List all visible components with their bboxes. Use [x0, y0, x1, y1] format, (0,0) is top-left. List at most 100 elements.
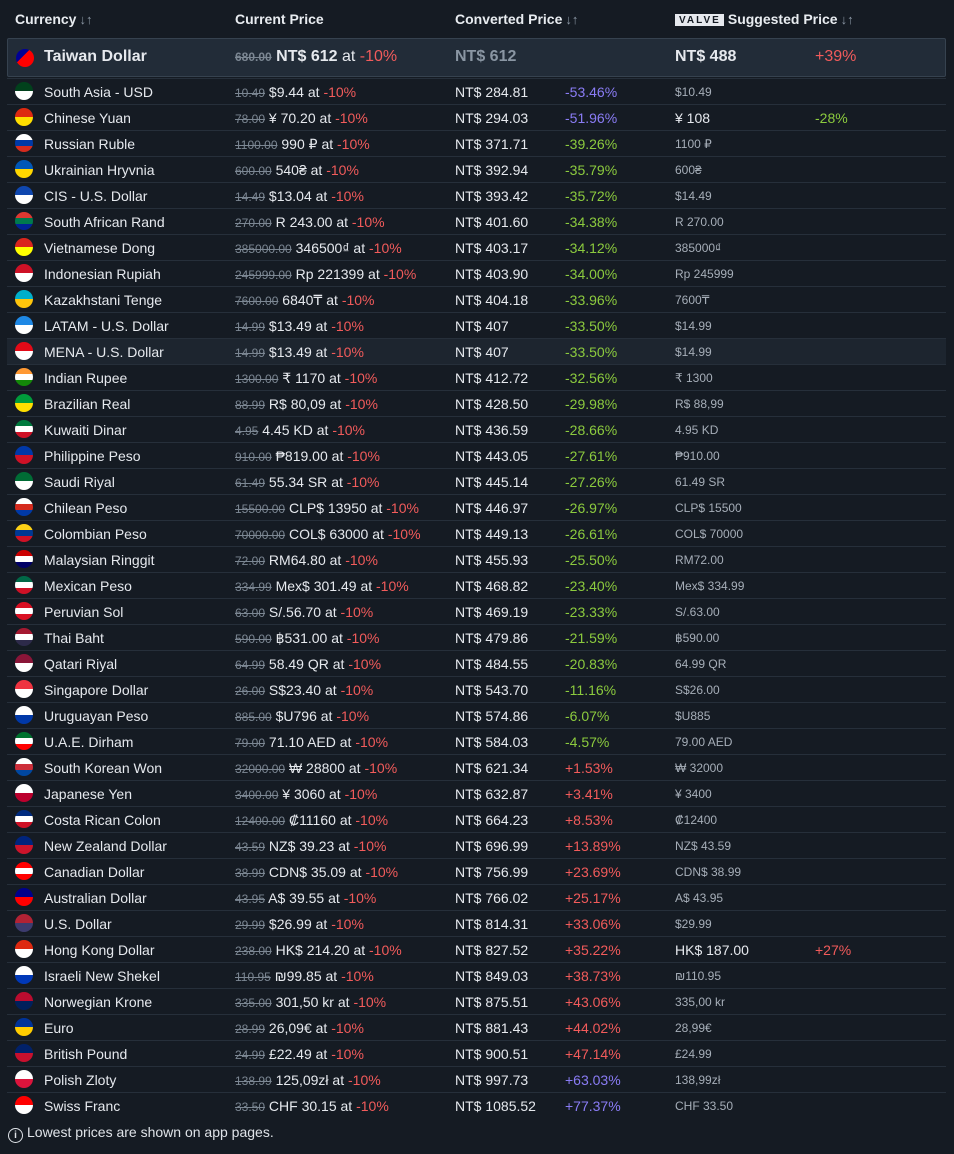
suggested-price: CLP$ 15500 — [675, 501, 742, 515]
discounted-price: £22.49 — [268, 1046, 312, 1062]
at-label: at — [307, 84, 320, 100]
discount-percent: -10% — [331, 188, 364, 204]
at-label: at — [338, 838, 350, 854]
current-price: 32000.00 ₩ 28800 at -10% — [235, 760, 397, 776]
suggested-percent: -28% — [815, 110, 848, 126]
original-price: 3400.00 — [235, 788, 279, 802]
currency-name: South African Rand — [44, 214, 165, 230]
table-row: Thai Baht 590.00 ฿531.00 at -10% NT$ 479… — [7, 624, 946, 650]
table-row: Kazakhstani Tenge 7600.00 6840₸ at -10% … — [7, 286, 946, 312]
current-price: 64.99 58.49 QR at -10% — [235, 656, 381, 672]
discounted-price: $13.49 — [268, 344, 312, 360]
taiwan-flag-icon — [16, 49, 34, 67]
current-price: 12400.00 ₡11160 at -10% — [235, 812, 388, 828]
current-price: 3400.00 ¥ 3060 at -10% — [235, 786, 377, 802]
discount-percent: -10% — [353, 838, 387, 854]
currency-name: Colombian Peso — [44, 526, 147, 542]
table-row: Indonesian Rupiah 245999.00 Rp 221399 at… — [7, 260, 946, 286]
current-price: 78.00 ¥ 70.20 at -10% — [235, 110, 368, 126]
converted-percent: +25.17% — [565, 890, 621, 906]
original-price: 15500.00 — [235, 502, 286, 516]
at-label: at — [329, 370, 341, 386]
discount-percent: -10% — [387, 526, 421, 542]
suggested-price: $14.49 — [675, 189, 712, 203]
converted-percent: +33.06% — [565, 916, 621, 932]
discount-percent: -10% — [383, 266, 417, 282]
converted-percent: +38.73% — [565, 968, 621, 984]
currency-name: Japanese Yen — [44, 786, 132, 802]
flag-icon — [15, 212, 33, 230]
discount-percent: -10% — [348, 1072, 381, 1088]
at-label: at — [328, 890, 340, 906]
converted-percent: -35.72% — [565, 188, 618, 204]
original-price: 600.00 — [235, 164, 272, 178]
original-price: 10.49 — [235, 86, 266, 100]
currency-name: Mexican Peso — [44, 578, 132, 594]
table-row: Brazilian Real 88.99 R$ 80,09 at -10% NT… — [7, 390, 946, 416]
at-label: at — [331, 448, 344, 464]
discount-percent: -10% — [346, 630, 380, 646]
converted-percent: -33.50% — [565, 344, 618, 360]
discounted-price: 301,50 kr — [275, 994, 334, 1010]
discounted-price: 4.45 KD — [262, 422, 313, 438]
original-price: 72.00 — [235, 554, 266, 568]
converted-percent: -33.50% — [565, 318, 618, 334]
at-label: at — [337, 994, 350, 1010]
discounted-price: $9.44 — [268, 84, 304, 100]
currency-name: Norwegian Krone — [44, 994, 153, 1010]
original-price: 43.95 — [235, 892, 266, 906]
converted-percent: -39.26% — [565, 136, 618, 152]
suggested-price: CHF 33.50 — [675, 1099, 734, 1113]
table-row: Vietnamese Dong 385000.00 346500₫ at -10… — [7, 234, 946, 260]
flag-icon — [15, 680, 33, 698]
converted-price: NT$ 849.03 — [455, 968, 529, 984]
at-label: at — [353, 942, 366, 958]
original-price: 245999.00 — [235, 268, 292, 282]
currency-name: Swiss Franc — [44, 1098, 121, 1114]
suggested-price: 7600₸ — [675, 293, 710, 307]
discounted-price: HK$ 214.20 — [275, 942, 350, 958]
current-price: 1300.00 ₹ 1170 at -10% — [235, 370, 377, 387]
original-price: 138.99 — [235, 1074, 272, 1088]
discounted-price: 990 ₽ — [281, 136, 318, 152]
info-icon: i — [8, 1128, 23, 1143]
converted-price: NT$ 1085.52 — [455, 1098, 536, 1114]
converted-price: NT$ 403.17 — [455, 240, 529, 256]
currency-name: Australian Dollar — [44, 890, 147, 906]
converted-percent: +1.53% — [565, 760, 613, 776]
currency-name: Chinese Yuan — [44, 110, 131, 126]
discounted-price: ฿531.00 — [275, 630, 328, 646]
discounted-price: CLP$ 13950 — [288, 500, 367, 516]
original-price: 14.49 — [235, 190, 266, 204]
flag-icon — [15, 550, 33, 568]
table-row: South African Rand 270.00 R 243.00 at -1… — [7, 208, 946, 234]
converted-percent: -33.96% — [565, 292, 618, 308]
converted-price: NT$ 484.55 — [455, 656, 529, 672]
discounted-price: ₱819.00 — [275, 448, 328, 464]
discounted-price: 55.34 SR — [268, 474, 328, 490]
discounted-price: 71.10 AED — [268, 734, 336, 750]
table-row: Euro 28.99 26,09€ at -10% NT$ 881.43 +44… — [7, 1014, 946, 1040]
converted-price-column-header[interactable]: Converted Price ↓↑ — [455, 11, 578, 27]
currency-name: Euro — [44, 1020, 74, 1036]
table-row: Chilean Peso 15500.00 CLP$ 13950 at -10%… — [7, 494, 946, 520]
current-price: 4.95 4.45 KD at -10% — [235, 422, 365, 438]
converted-price: NT$ 875.51 — [455, 994, 529, 1010]
currency-column-header[interactable]: Currency ↓↑ — [15, 11, 92, 27]
suggested-price: ฿590.00 — [675, 631, 720, 645]
converted-percent: +23.69% — [565, 864, 621, 880]
original-price: 38.99 — [235, 866, 266, 880]
converted-percent: -51.96% — [565, 110, 618, 126]
suggested-price: ₪110.95 — [675, 969, 722, 983]
original-price: 33.50 — [235, 1100, 266, 1114]
converted-percent: -26.97% — [565, 500, 618, 516]
converted-price: NT$ 900.51 — [455, 1046, 529, 1062]
currency-name: Saudi Riyal — [44, 474, 115, 490]
flag-icon — [15, 914, 33, 932]
current-price: 79.00 71.10 AED at -10% — [235, 734, 388, 750]
suggested-price: 385000₫ — [675, 241, 722, 255]
discount-percent: -10% — [345, 396, 378, 412]
currency-name: South Asia - USD — [44, 84, 153, 100]
at-label: at — [315, 318, 328, 334]
suggested-price-column-header[interactable]: VALVE Suggested Price ↓↑ — [675, 11, 854, 27]
